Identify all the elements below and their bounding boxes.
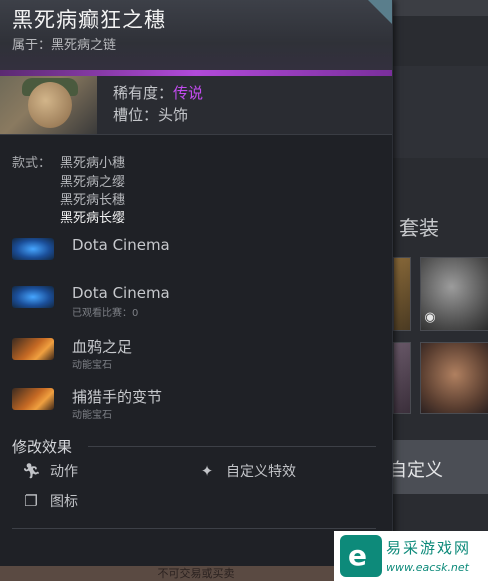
corner-fold-icon [368,0,392,24]
stacked-squares-icon: ❐ [24,492,38,510]
style-option[interactable]: 黑死病小穗 [60,152,125,171]
rarity-label: 稀有度： [113,84,174,102]
watermark-logo-mark: e [340,535,382,577]
watermark-logo: e 易采游戏网 www.eacsk.net [334,531,488,581]
modifier-label: 图标 [50,494,78,510]
customize-button-label[interactable]: 自定义 [389,456,443,482]
gem-subtitle: 动能宝石 [72,360,112,371]
item-tooltip-panel: 黑死病癫狂之穗 属于：黑死病之链 稀有度：传说 槽位：头饰 款式： 黑死病小穗 … [0,0,393,581]
slot-value: 头饰 [158,106,189,124]
watermark-url: www.eacsk.net [386,561,469,574]
style-option[interactable]: 黑死病之缨 [60,171,125,190]
gem-title: Dota Cinema [72,284,170,302]
gem-subtitle: 动能宝石 [72,410,112,421]
portrait-face [28,82,72,128]
styles-label: 款式： [12,156,52,171]
set-item-thumb[interactable] [393,257,411,331]
running-figure-icon: 🏃︎ [22,462,42,480]
gem-row: 血鸦之足 动能宝石 [12,334,382,374]
slot-line: 槽位：头饰 [113,104,188,125]
set-item-thumb[interactable] [420,342,488,414]
kinetic-gem-icon [12,388,54,410]
slot-label: 槽位： [113,106,159,124]
gem-subtitle: 已观看比赛：0 [72,308,139,319]
modifiers-title: 修改效果 [12,438,73,456]
item-title: 黑死病癫狂之穗 [12,8,166,32]
set-label: 套装 [399,216,439,240]
right-top-tab [393,0,488,16]
bottom-divider [12,528,376,529]
modifier-label: 动作 [50,464,78,480]
kinetic-gem-icon [12,338,54,360]
gem-title: 捕猎手的变节 [72,388,163,406]
gem-row: Dota Cinema [12,234,382,274]
rarity-value: 传说 [173,84,204,102]
gem-row: 捕猎手的变节 动能宝石 [12,384,382,424]
item-set-name: 属于：黑死病之链 [12,38,117,53]
eye-icon[interactable]: ◉ [422,310,438,326]
dota-cinema-gem-icon [12,238,54,260]
style-option-active[interactable]: 黑死病长缨 [60,207,125,226]
tooltip-header: 黑死病癫狂之穗 属于：黑死病之链 [0,0,392,72]
right-band [393,66,488,158]
set-item-thumb[interactable] [393,342,411,414]
dota-cinema-gem-icon [12,286,54,308]
gem-title: Dota Cinema [72,236,170,254]
item-info-row: 稀有度：传说 槽位：头饰 [0,76,392,135]
modifier-label: 自定义特效 [226,464,296,480]
rarity-line: 稀有度：传说 [113,82,203,103]
gem-title: 血鸦之足 [72,338,133,356]
style-option[interactable]: 黑死病长穗 [60,189,125,208]
watermark-cn: 易采游戏网 [386,539,472,557]
gem-row: Dota Cinema 已观看比赛：0 [12,282,382,322]
sparkle-wand-icon: ✦ [200,462,214,480]
modifiers-divider [88,446,376,447]
item-portrait [0,76,97,134]
